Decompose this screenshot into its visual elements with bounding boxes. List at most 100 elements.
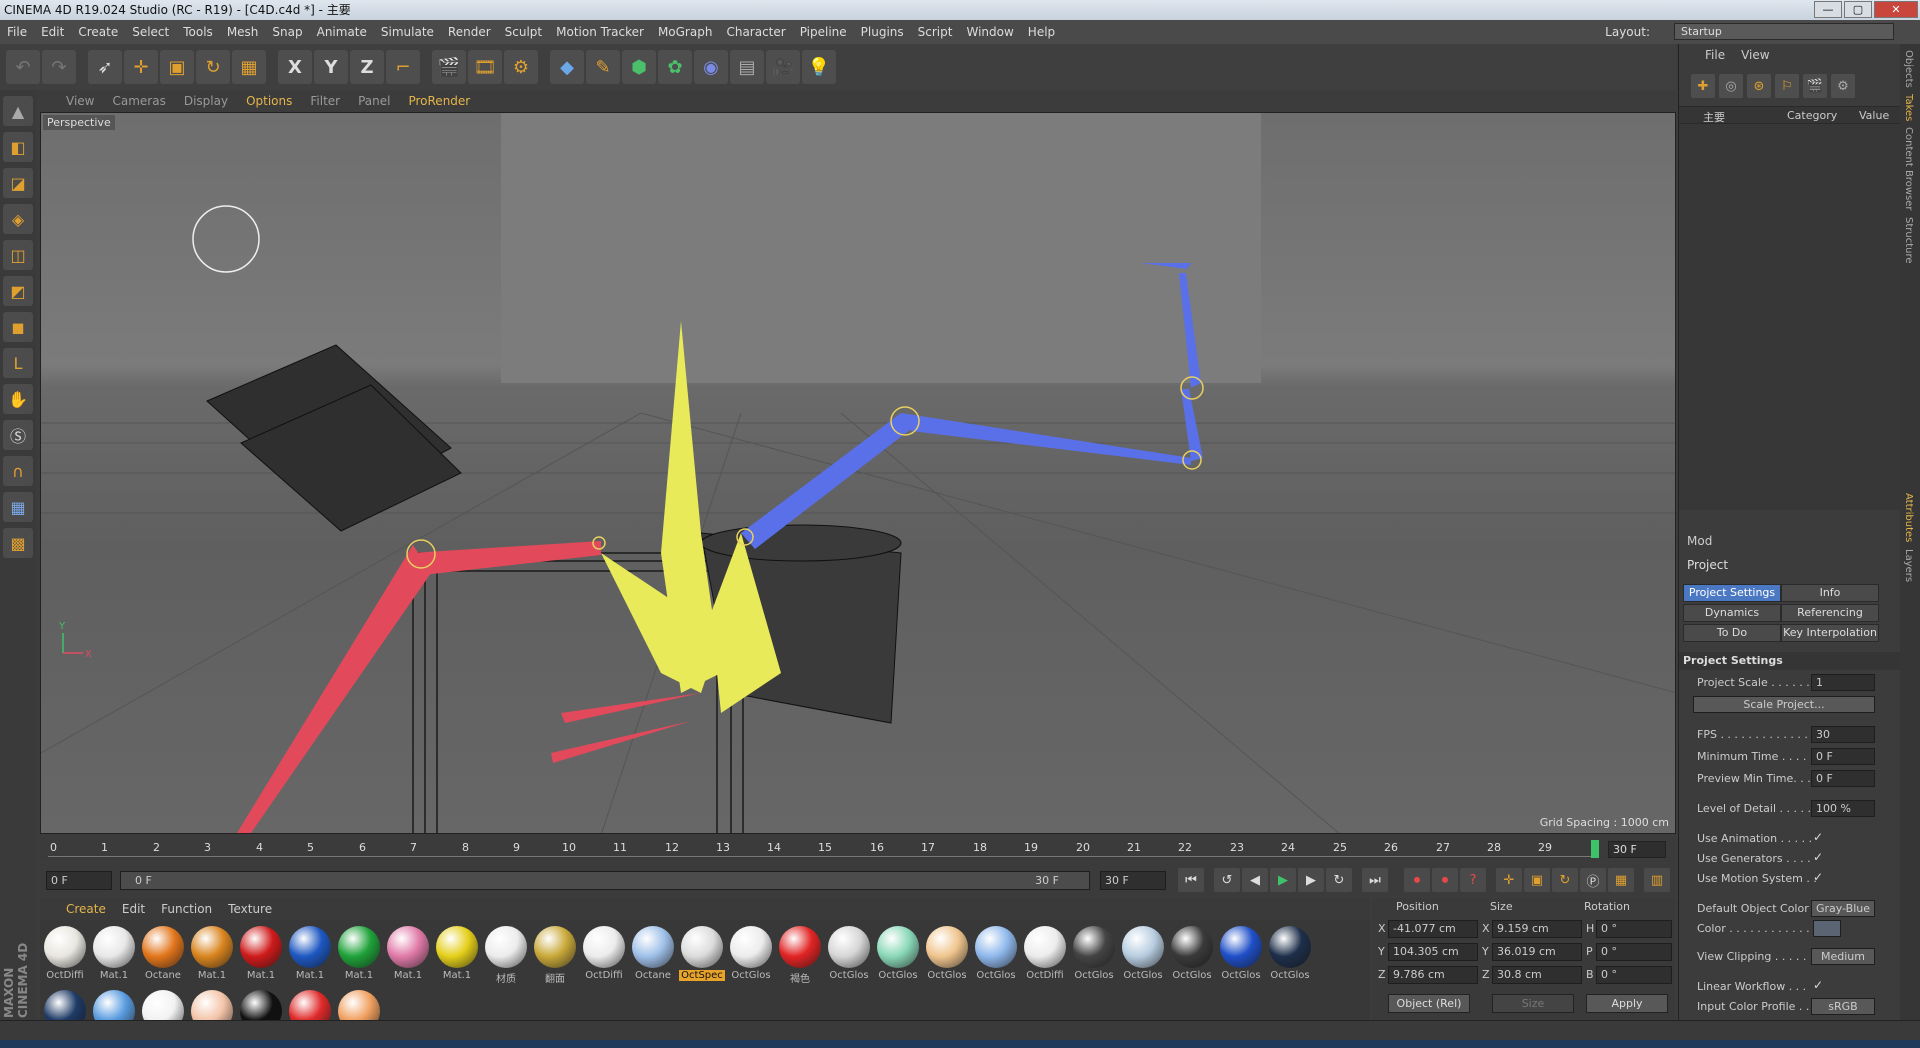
- key-parameter-icon[interactable]: Ⓟ: [1580, 868, 1606, 892]
- side-tab-content-browser[interactable]: Content Browser: [1903, 127, 1914, 210]
- snap-icon[interactable]: Ⓢ: [3, 420, 33, 450]
- side-tab-structure[interactable]: Structure: [1903, 217, 1914, 264]
- menu-window[interactable]: Window: [959, 25, 1020, 39]
- minimize-button[interactable]: —: [1814, 1, 1842, 18]
- color-swatch[interactable]: [1813, 920, 1841, 937]
- viewport-menu-prorender[interactable]: ProRender: [408, 94, 470, 108]
- material-swatch[interactable]: OctGlos: [826, 924, 872, 982]
- linear-workflow-checkbox[interactable]: ✓: [1813, 978, 1823, 992]
- frame-range-slider[interactable]: 0 F 30 F: [120, 871, 1090, 890]
- end-frame-field[interactable]: 30 F: [1100, 871, 1166, 890]
- goto-start-icon[interactable]: ⏮: [1178, 868, 1204, 892]
- cloner-icon[interactable]: ✿: [658, 50, 692, 84]
- playhead[interactable]: [1591, 840, 1599, 858]
- menu-edit[interactable]: Edit: [34, 25, 71, 39]
- viewport-menu-panel[interactable]: Panel: [358, 94, 390, 108]
- scale-tool-icon[interactable]: ▣: [160, 50, 194, 84]
- tab-project-settings[interactable]: Project Settings: [1683, 584, 1781, 602]
- size-mode-select[interactable]: Size: [1492, 994, 1574, 1013]
- keyframe-selection-icon[interactable]: ?: [1460, 868, 1486, 892]
- points-mode-icon[interactable]: ◫: [3, 240, 33, 270]
- material-swatch[interactable]: Mat.1: [238, 924, 284, 982]
- material-swatch[interactable]: OctGlos: [875, 924, 921, 982]
- pos-z-field[interactable]: 9.786 cm: [1388, 966, 1478, 984]
- mat-menu-texture[interactable]: Texture: [228, 902, 272, 916]
- objects-menu-file[interactable]: File: [1705, 48, 1725, 68]
- material-swatch[interactable]: Octane: [630, 924, 676, 982]
- current-frame-field[interactable]: 30 F: [1608, 841, 1666, 858]
- floor-icon[interactable]: ▤: [730, 50, 764, 84]
- attributes-mode-menu[interactable]: Mod: [1687, 534, 1712, 548]
- pos-x-field[interactable]: -41.077 cm: [1388, 920, 1478, 938]
- prev-key-icon[interactable]: ↺: [1214, 868, 1240, 892]
- texture-mode-icon[interactable]: ◪: [3, 168, 33, 198]
- key-rotation-icon[interactable]: ↻: [1552, 868, 1578, 892]
- material-swatch[interactable]: OctGlos: [924, 924, 970, 982]
- axis-mode-icon[interactable]: L: [3, 348, 33, 378]
- material-swatch[interactable]: [238, 988, 284, 1020]
- tweak-mode-icon[interactable]: ✋: [3, 384, 33, 414]
- use-generators-checkbox[interactable]: ✓: [1813, 850, 1823, 864]
- menu-select[interactable]: Select: [125, 25, 176, 39]
- mat-menu-create[interactable]: Create: [66, 902, 106, 916]
- move-tool-icon[interactable]: ✛: [124, 50, 158, 84]
- take-render-icon[interactable]: 🎬: [1803, 74, 1827, 98]
- take-lock-icon[interactable]: ⚐: [1775, 74, 1799, 98]
- objects-list[interactable]: [1679, 124, 1901, 510]
- menu-plugins[interactable]: Plugins: [854, 25, 911, 39]
- viewport-menu-options[interactable]: Options: [246, 94, 292, 108]
- material-swatch[interactable]: OctGlos: [1071, 924, 1117, 982]
- viewport-menu-filter[interactable]: Filter: [310, 94, 340, 108]
- menu-mograph[interactable]: MoGraph: [651, 25, 720, 39]
- material-swatch[interactable]: OctGlos: [1120, 924, 1166, 982]
- polygons-mode-icon[interactable]: ◼: [3, 312, 33, 342]
- material-swatch[interactable]: Octane: [140, 924, 186, 982]
- fps-field[interactable]: 30: [1811, 726, 1875, 743]
- rotate-tool-icon[interactable]: ↻: [196, 50, 230, 84]
- pos-y-field[interactable]: 104.305 cm: [1388, 943, 1478, 961]
- default-color-select[interactable]: Gray-Blue: [1811, 900, 1875, 917]
- take-override-icon[interactable]: ◎: [1719, 74, 1743, 98]
- material-swatch[interactable]: OctGlos: [1218, 924, 1264, 982]
- key-pla-icon[interactable]: ▦: [1608, 868, 1634, 892]
- viewport-menu-cameras[interactable]: Cameras: [112, 94, 165, 108]
- material-swatch[interactable]: OctSpec: [679, 924, 725, 982]
- material-swatch[interactable]: OctDiffi: [581, 924, 627, 982]
- planar-workplane-icon[interactable]: ▩: [3, 528, 33, 558]
- next-key-icon[interactable]: ↻: [1326, 868, 1352, 892]
- scale-project-button[interactable]: Scale Project...: [1693, 696, 1875, 713]
- magnet-icon[interactable]: ∩: [3, 456, 33, 486]
- use-animation-checkbox[interactable]: ✓: [1813, 830, 1823, 844]
- key-scale-icon[interactable]: ▣: [1524, 868, 1550, 892]
- menu-pipeline[interactable]: Pipeline: [793, 25, 854, 39]
- rot-b-field[interactable]: 0 °: [1596, 966, 1672, 984]
- timeline-settings-icon[interactable]: ▥: [1644, 868, 1670, 892]
- material-swatch[interactable]: OctGlos: [728, 924, 774, 982]
- coordinate-mode-select[interactable]: Object (Rel): [1388, 994, 1470, 1013]
- material-swatch[interactable]: Mat.1: [434, 924, 480, 982]
- record-icon[interactable]: ⏺: [1404, 868, 1430, 892]
- tab-dynamics[interactable]: Dynamics: [1683, 604, 1781, 622]
- select-tool-icon[interactable]: ➶: [88, 50, 122, 84]
- material-swatch[interactable]: OctDiffi: [42, 924, 88, 982]
- material-swatch[interactable]: Mat.1: [336, 924, 382, 982]
- viewport-menu-view[interactable]: View: [66, 94, 94, 108]
- material-swatch[interactable]: OctDiffi: [1022, 924, 1068, 982]
- side-tab-takes[interactable]: Takes: [1903, 94, 1914, 121]
- coordinate-system-icon[interactable]: ⌐: [386, 50, 420, 84]
- material-swatch[interactable]: [287, 988, 333, 1020]
- edges-mode-icon[interactable]: ◩: [3, 276, 33, 306]
- material-swatch[interactable]: [140, 988, 186, 1020]
- cube-icon[interactable]: ◆: [550, 50, 584, 84]
- render-view-icon[interactable]: 🎬: [432, 50, 466, 84]
- next-frame-icon[interactable]: ▶: [1298, 868, 1324, 892]
- start-frame-field[interactable]: 0 F: [46, 871, 112, 890]
- menu-animate[interactable]: Animate: [310, 25, 374, 39]
- take-record-icon[interactable]: ⊛: [1747, 74, 1771, 98]
- goto-end-icon[interactable]: ⏭: [1362, 868, 1388, 892]
- material-swatch[interactable]: [42, 988, 88, 1020]
- camera-icon[interactable]: 🎥: [766, 50, 800, 84]
- layout-select[interactable]: Startup: [1674, 23, 1894, 40]
- redo-icon[interactable]: ↷: [42, 50, 76, 84]
- z-axis-lock-icon[interactable]: Z: [350, 50, 384, 84]
